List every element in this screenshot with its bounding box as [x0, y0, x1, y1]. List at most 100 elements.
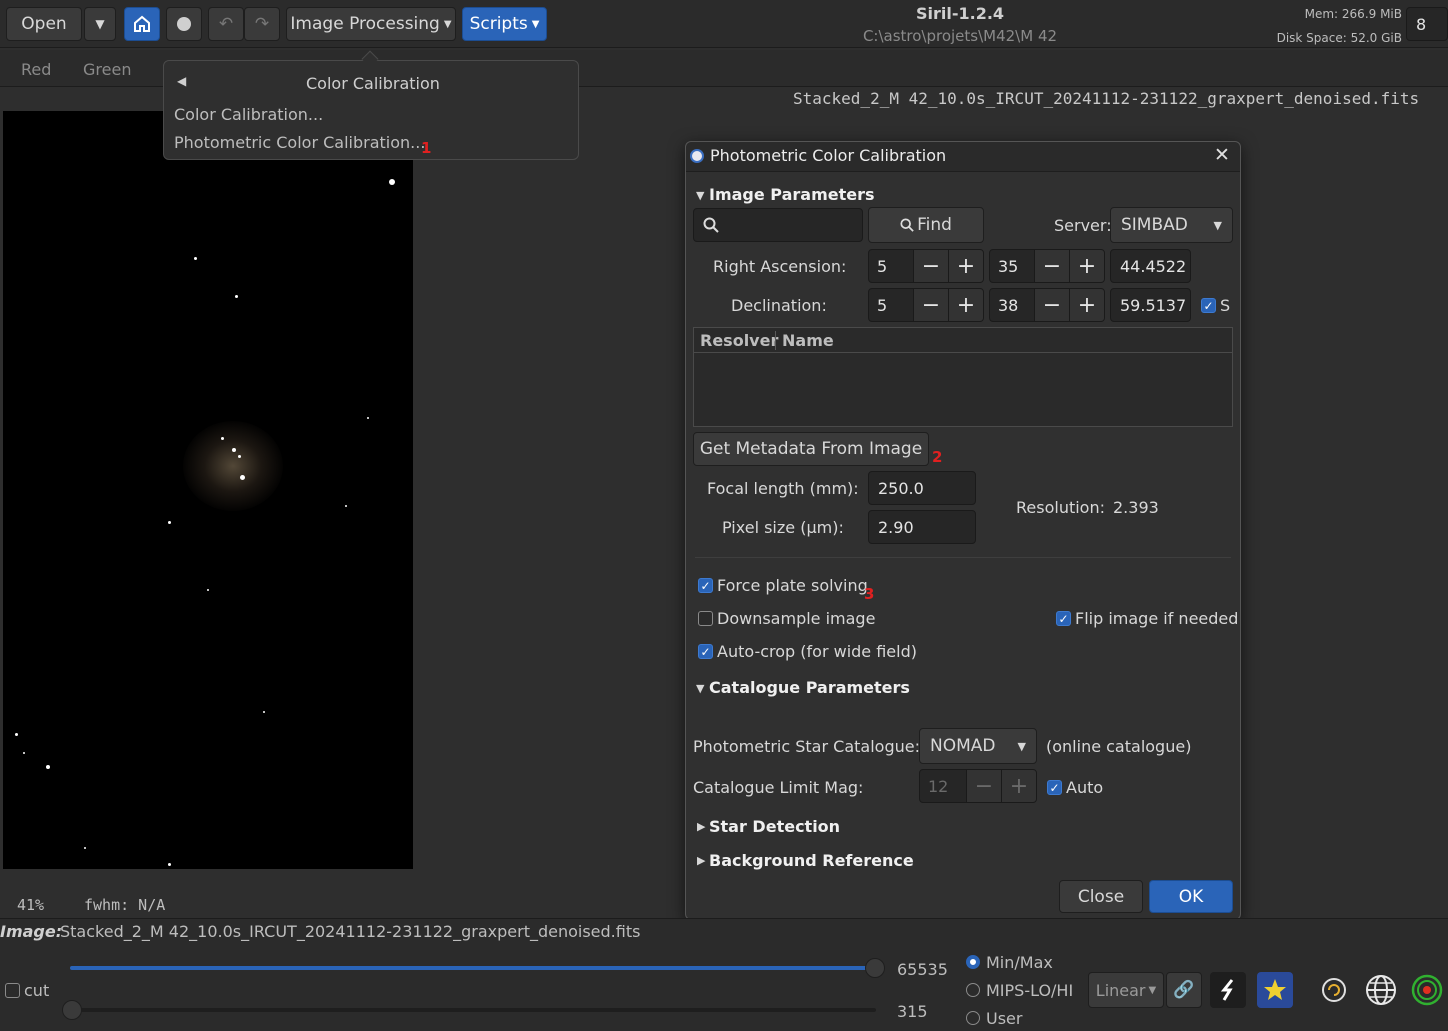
scripts-menu[interactable]: Scripts ▼ — [462, 7, 547, 41]
auto-mag-label: Auto — [1066, 778, 1104, 797]
home-icon — [134, 15, 150, 32]
search-icon — [900, 218, 914, 232]
open-dropdown-button[interactable]: ▼ — [84, 7, 116, 41]
mips-radio[interactable] — [966, 983, 980, 997]
minus-icon[interactable]: − — [913, 289, 948, 321]
minus-icon[interactable]: − — [966, 770, 1001, 802]
redo-button[interactable]: ↷ — [244, 7, 280, 41]
star — [238, 455, 241, 458]
menu-item-photometric-color-calibration[interactable]: Photometric Color Calibration... — [174, 133, 425, 152]
photometry-button[interactable] — [1257, 972, 1293, 1008]
minus-icon[interactable]: − — [913, 250, 948, 282]
user-radio[interactable] — [966, 1011, 980, 1025]
image-canvas[interactable] — [3, 111, 413, 869]
plus-icon[interactable]: + — [1069, 250, 1104, 282]
ra-minutes-spinner[interactable]: 35 − + — [989, 249, 1105, 283]
plus-icon[interactable]: + — [1069, 289, 1104, 321]
star — [46, 765, 50, 769]
scale-select[interactable]: Linear ▼ — [1088, 972, 1164, 1008]
annotation-marker-2: 2 — [932, 448, 943, 466]
undo-icon: ↶ — [218, 14, 234, 34]
open-button[interactable]: Open — [6, 7, 82, 41]
expander-arrow-icon[interactable]: ▶ — [697, 854, 705, 867]
limit-mag-label: Catalogue Limit Mag: — [693, 778, 864, 797]
chevron-down-icon: ▼ — [1148, 984, 1157, 996]
app-path: C:\astro\projets\M42\M 42 — [862, 27, 1058, 45]
catalogue-parameters-header[interactable]: Catalogue Parameters — [709, 678, 910, 697]
redo-icon: ↷ — [254, 14, 270, 34]
background-reference-header[interactable]: Background Reference — [709, 851, 914, 870]
target-icon — [1411, 974, 1443, 1006]
target-button[interactable] — [1409, 972, 1445, 1008]
min-slider-handle[interactable] — [62, 1000, 82, 1020]
expander-arrow-icon[interactable]: ▼ — [696, 189, 704, 202]
close-icon[interactable]: ✕ — [1214, 144, 1230, 166]
ra-hours-spinner[interactable]: 5 − + — [868, 249, 984, 283]
remap-button[interactable] — [1210, 972, 1246, 1008]
image-processing-menu[interactable]: Image Processing ▼ — [286, 7, 456, 41]
expander-arrow-icon[interactable]: ▶ — [697, 820, 705, 833]
tab-red[interactable]: Red — [21, 60, 51, 79]
link-button[interactable]: 🔗 — [1166, 972, 1202, 1008]
south-checkbox[interactable]: ✓ — [1201, 298, 1216, 313]
minus-icon[interactable]: − — [1034, 250, 1069, 282]
downsample-label: Downsample image — [717, 609, 876, 628]
plus-icon[interactable]: + — [948, 250, 983, 282]
column-divider — [775, 331, 776, 350]
get-metadata-button[interactable]: Get Metadata From Image — [693, 432, 929, 466]
record-button[interactable] — [166, 7, 202, 41]
chevron-down-icon: ▼ — [531, 18, 540, 30]
star-detection-header[interactable]: Star Detection — [709, 817, 840, 836]
menu-back-icon[interactable]: ◀ — [177, 74, 186, 88]
galaxy-button[interactable] — [1316, 972, 1352, 1008]
home-button[interactable] — [124, 7, 160, 41]
dec-seconds-input[interactable]: 59.5137 — [1110, 288, 1191, 322]
disk-space: Disk Space: 52.0 GiB — [1276, 31, 1402, 45]
link-icon: 🔗 — [1173, 980, 1195, 1000]
image-parameters-header[interactable]: Image Parameters — [709, 185, 875, 204]
force-plate-solving-label: Force plate solving — [717, 576, 868, 595]
cut-checkbox[interactable] — [5, 983, 20, 998]
minmax-radio[interactable] — [966, 955, 980, 969]
max-slider-track[interactable] — [70, 966, 876, 970]
app-title: Siril-1.2.4 — [915, 4, 1005, 23]
star — [23, 752, 25, 754]
autocrop-checkbox[interactable]: ✓ — [698, 644, 713, 659]
object-search-input[interactable] — [693, 208, 863, 242]
star — [263, 711, 265, 713]
separator — [695, 557, 1231, 558]
max-slider-handle[interactable] — [865, 958, 885, 978]
ok-button[interactable]: OK — [1149, 880, 1233, 913]
pixel-size-input[interactable]: 2.90 — [868, 510, 976, 544]
menu-item-color-calibration[interactable]: Color Calibration... — [174, 105, 323, 124]
focal-length-input[interactable]: 250.0 — [868, 471, 976, 505]
dec-minutes-spinner[interactable]: 38 − + — [989, 288, 1105, 322]
tab-green[interactable]: Green — [83, 60, 131, 79]
flip-image-checkbox[interactable]: ✓ — [1056, 611, 1071, 626]
threads-spinner[interactable]: 8 — [1406, 7, 1448, 41]
globe-button[interactable] — [1363, 972, 1399, 1008]
find-button[interactable]: Find — [868, 207, 984, 243]
column-header-resolver[interactable]: Resolver — [700, 331, 778, 350]
auto-mag-checkbox[interactable]: ✓ — [1047, 780, 1062, 795]
star-catalogue-select[interactable]: NOMAD ▼ — [919, 728, 1037, 764]
ra-seconds-input[interactable]: 44.4522 — [1110, 249, 1191, 283]
minus-icon[interactable]: − — [1034, 289, 1069, 321]
server-select[interactable]: SIMBAD ▼ — [1110, 207, 1233, 243]
downsample-checkbox[interactable] — [698, 611, 713, 626]
expander-arrow-icon[interactable]: ▼ — [696, 682, 704, 695]
limit-mag-spinner[interactable]: 12 − + — [919, 769, 1037, 803]
star-catalogue-label: Photometric Star Catalogue: — [693, 737, 920, 756]
dec-degrees-spinner[interactable]: 5 − + — [868, 288, 984, 322]
min-slider-track[interactable] — [70, 1008, 876, 1012]
annotation-marker-3: 3 — [864, 585, 875, 603]
star — [84, 847, 86, 849]
close-button[interactable]: Close — [1059, 880, 1143, 913]
column-header-name[interactable]: Name — [782, 331, 834, 350]
menu-title: Color Calibration — [306, 74, 440, 93]
plus-icon[interactable]: + — [1001, 770, 1036, 802]
plus-icon[interactable]: + — [948, 289, 983, 321]
undo-button[interactable]: ↶ — [208, 7, 244, 41]
force-plate-solving-checkbox[interactable]: ✓ — [698, 578, 713, 593]
fwhm-readout: fwhm: N/A — [84, 896, 166, 914]
